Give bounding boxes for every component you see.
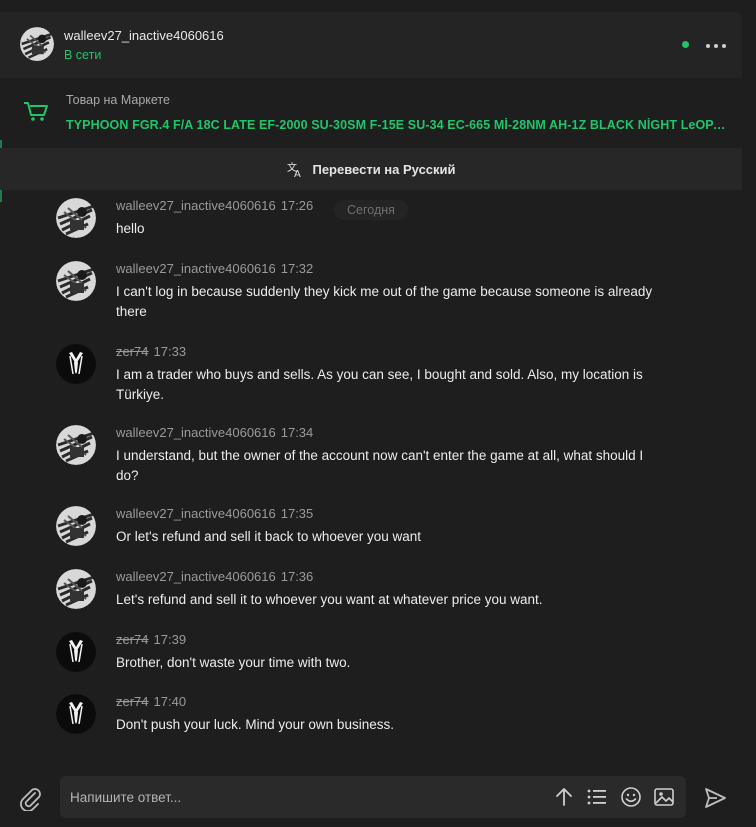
message-input[interactable] [60, 776, 540, 818]
message-header: zer74 17:40 [116, 694, 186, 709]
message-text: I am a trader who buys and sells. As you… [116, 367, 643, 402]
message-time: 17:39 [153, 632, 187, 647]
message-time: 17:32 [280, 261, 314, 276]
message-author[interactable]: walleev27_inactive4060616 [116, 506, 276, 521]
paperclip-icon[interactable] [18, 785, 42, 811]
message-time: 17:36 [280, 569, 314, 584]
message-time: 17:33 [153, 344, 187, 359]
suit-avatar[interactable] [56, 632, 96, 672]
sketch-avatar[interactable] [56, 425, 96, 465]
chat-window: walleev27_inactive4060616 В сети Товар н… [0, 0, 756, 827]
message-author[interactable]: walleev27_inactive4060616 [116, 261, 276, 276]
message-header: walleev27_inactive4060616 17:35 [116, 506, 313, 521]
sketch-avatar[interactable] [56, 261, 96, 301]
message-time: 17:34 [280, 425, 314, 440]
dot-icon [714, 44, 718, 48]
translate-icon: 文 A [287, 161, 301, 178]
message-header: walleev27_inactive4060616 17:34 [116, 425, 313, 440]
message-header: walleev27_inactive4060616 17:26 [116, 198, 313, 213]
message-time: 17:40 [153, 694, 187, 709]
message-author[interactable]: zer74 [116, 344, 149, 359]
list-icon[interactable] [586, 786, 608, 808]
dot-icon [706, 44, 710, 48]
message-author[interactable]: zer74 [116, 632, 149, 647]
message-header: walleev27_inactive4060616 17:32 [116, 261, 313, 276]
suit-avatar[interactable] [56, 344, 96, 384]
image-icon[interactable] [653, 786, 675, 808]
message-text: I can't log in because suddenly they kic… [116, 284, 653, 319]
svg-text:A: A [294, 169, 301, 178]
date-separator: Сегодня [334, 200, 408, 220]
message-time: 17:35 [280, 506, 314, 521]
message-header: zer74 17:33 [116, 344, 186, 359]
message-text: hello [116, 221, 145, 236]
product-label: Товар на Маркете [66, 93, 170, 107]
more-options-button[interactable] [703, 36, 729, 56]
composer [60, 776, 686, 818]
dot-icon [722, 44, 726, 48]
message-text: Brother, don't waste your time with two. [116, 655, 351, 670]
message-author[interactable]: walleev27_inactive4060616 [116, 569, 276, 584]
message-text: Don't push your luck. Mind your own busi… [116, 717, 394, 732]
online-dot [682, 41, 689, 48]
header-avatar[interactable] [20, 27, 54, 61]
sketch-avatar[interactable] [56, 506, 96, 546]
suit-avatar[interactable] [56, 694, 96, 734]
send-icon[interactable] [703, 786, 727, 810]
cart-icon [24, 102, 48, 121]
message-text: I understand, but the owner of the accou… [116, 448, 644, 483]
chat-header: walleev27_inactive4060616 В сети [0, 12, 742, 78]
emoji-icon[interactable] [620, 786, 642, 808]
message-text: Let's refund and sell it to whoever you … [116, 592, 543, 607]
online-status: В сети [64, 48, 102, 62]
sketch-avatar[interactable] [56, 569, 96, 609]
product-title-link[interactable]: TYPHOON FGR.4 F/A 18C LATE EF-2000 SU-30… [66, 118, 726, 132]
message-time: 17:26 [280, 198, 314, 213]
market-product-bar[interactable]: Товар на Маркете TYPHOON FGR.4 F/A 18C L… [14, 84, 742, 144]
message-header: zer74 17:39 [116, 632, 186, 647]
message-author[interactable]: zer74 [116, 694, 149, 709]
sketch-avatar[interactable] [56, 198, 96, 238]
contact-name[interactable]: walleev27_inactive4060616 [64, 28, 224, 43]
message-author[interactable]: walleev27_inactive4060616 [116, 198, 276, 213]
message-text: Or let's refund and sell it back to whoe… [116, 529, 421, 544]
arrow-up-icon[interactable] [553, 786, 575, 808]
message-author[interactable]: walleev27_inactive4060616 [116, 425, 276, 440]
translate-label: Перевести на Русский [312, 161, 456, 177]
message-header: walleev27_inactive4060616 17:36 [116, 569, 313, 584]
translate-button[interactable]: 文 A Перевести на Русский [0, 148, 742, 190]
